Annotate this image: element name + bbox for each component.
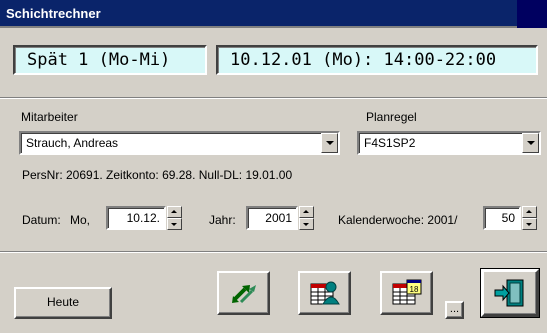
date-down-button[interactable] xyxy=(167,218,182,230)
arrow-up-icon xyxy=(526,210,532,213)
calendar-table-button[interactable]: 18 xyxy=(380,271,433,315)
employee-combobox[interactable]: Strauch, Andreas xyxy=(19,131,340,155)
week-up-button[interactable] xyxy=(522,206,537,218)
rule-combobox[interactable]: F4S1SP2 xyxy=(357,131,541,155)
separator-bottom xyxy=(0,251,547,253)
chevron-down-icon xyxy=(527,141,535,145)
date-spinner[interactable] xyxy=(167,206,182,230)
title-bar: Schichtrechner xyxy=(0,0,547,28)
arrow-down-icon xyxy=(526,223,532,226)
arrow-down-icon xyxy=(171,223,177,226)
more-button[interactable]: ... xyxy=(445,301,464,319)
rule-value: F4S1SP2 xyxy=(364,136,416,150)
week-input[interactable]: 50 xyxy=(483,206,521,230)
rule-dropdown-button[interactable] xyxy=(522,133,539,153)
employee-dropdown-button[interactable] xyxy=(321,133,338,153)
week-spinner[interactable] xyxy=(522,206,537,230)
swap-button[interactable] xyxy=(217,271,270,315)
week-label: Kalenderwoche: 2001/ xyxy=(338,213,458,227)
arrow-up-icon xyxy=(171,210,177,213)
year-up-button[interactable] xyxy=(299,206,314,218)
swap-arrows-icon xyxy=(231,285,256,304)
calendar-table-icon: 18 xyxy=(392,279,421,305)
employee-info: PersNr: 20691. Zeitkonto: 69.28. Null-DL… xyxy=(22,168,293,182)
year-value: 2001 xyxy=(265,211,292,225)
window-title: Schichtrechner xyxy=(6,6,101,21)
week-value: 50 xyxy=(501,211,515,225)
employee-table-button[interactable] xyxy=(298,271,351,315)
employee-label: Mitarbeiter xyxy=(21,110,78,124)
year-input[interactable]: 2001 xyxy=(246,206,298,230)
weekday-label: Mo, xyxy=(70,213,91,227)
date-up-button[interactable] xyxy=(167,206,182,218)
exit-button[interactable] xyxy=(480,268,540,318)
year-spinner[interactable] xyxy=(299,206,314,230)
date-value: 10.12. xyxy=(126,211,160,225)
separator-top xyxy=(0,97,547,99)
employee-table-icon xyxy=(310,281,340,305)
employee-value: Strauch, Andreas xyxy=(26,136,119,150)
shift-name-display: Spät 1 (Mo-Mi) xyxy=(13,45,207,75)
svg-text:18: 18 xyxy=(409,285,418,294)
date-label: Datum: xyxy=(22,213,61,227)
week-down-button[interactable] xyxy=(522,218,537,230)
exit-door-icon xyxy=(494,279,524,307)
year-down-button[interactable] xyxy=(299,218,314,230)
title-bar-end xyxy=(517,0,547,28)
today-button[interactable]: Heute xyxy=(14,287,112,319)
year-label: Jahr: xyxy=(209,213,236,227)
arrow-down-icon xyxy=(303,223,309,226)
chevron-down-icon xyxy=(326,141,334,145)
rule-label: Planregel xyxy=(366,110,417,124)
date-input[interactable]: 10.12. xyxy=(106,206,166,230)
shift-datetime-display: 10.12.01 (Mo): 14:00-22:00 xyxy=(216,45,538,75)
arrow-up-icon xyxy=(303,210,309,213)
